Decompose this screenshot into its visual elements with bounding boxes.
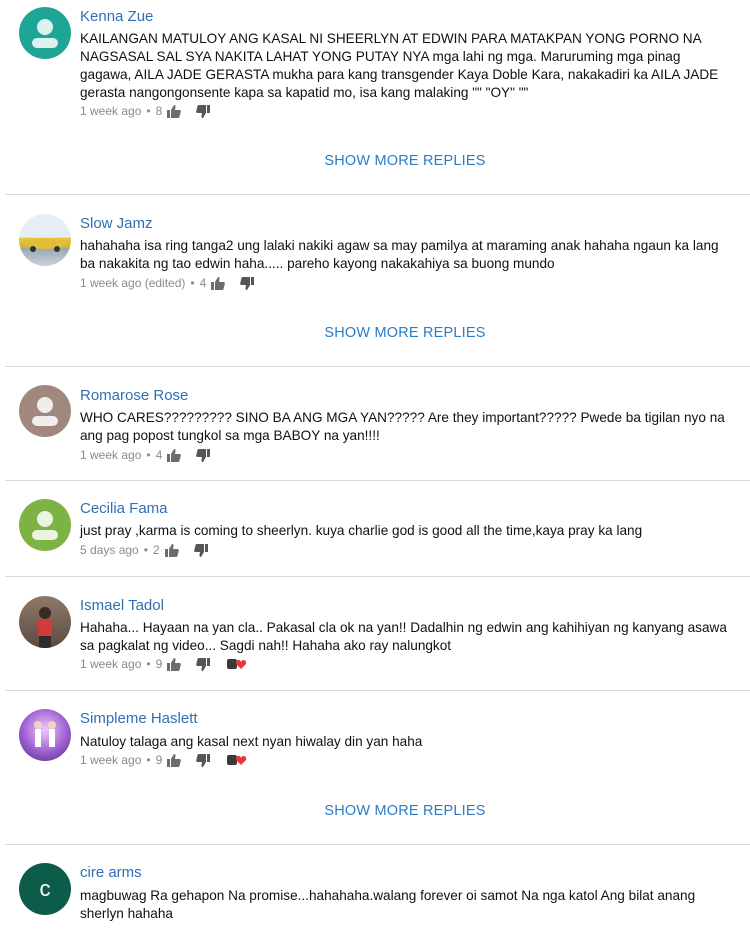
comment-time: 1 week ago (80, 104, 142, 118)
avatar-letter: c (39, 876, 51, 901)
meta-separator: • (146, 104, 151, 118)
avatar[interactable] (19, 596, 71, 648)
comment-text: magbuwag Ra gehapon Na promise...hahahah… (80, 888, 696, 921)
like-count: 8 (155, 104, 163, 118)
comment-text: just pray ,karma is coming to sheerlyn. … (80, 523, 643, 538)
like-count: 2 (152, 543, 160, 557)
comment-author[interactable]: Cecilia Fama (80, 500, 168, 517)
comment-text: KAILANGAN MATULOY ANG KASAL NI SHEERLYN … (80, 31, 719, 100)
avatar[interactable] (19, 709, 71, 761)
thumbs-down-icon[interactable] (196, 657, 211, 671)
thumbs-down-icon[interactable] (196, 104, 211, 118)
avatar[interactable] (19, 7, 71, 59)
divider (5, 690, 750, 691)
show-more-replies-button[interactable]: SHOW MORE REPLIES (0, 153, 750, 169)
heart-icon (227, 658, 247, 670)
comment-meta: 1 week ago • 9 (80, 657, 247, 671)
like-count: 9 (155, 753, 163, 767)
meta-separator: • (190, 276, 195, 290)
like-count: 4 (155, 448, 163, 462)
thumbs-down-icon[interactable] (196, 753, 211, 767)
comment-author[interactable]: Ismael Tadol (80, 597, 164, 614)
meta-separator: • (146, 753, 151, 767)
thumbs-up-icon[interactable] (211, 276, 226, 290)
meta-separator: • (146, 657, 151, 671)
like-count: 4 (199, 276, 207, 290)
comment-author[interactable]: cire arms (80, 864, 142, 881)
comment-time: 1 week ago (80, 657, 142, 671)
meta-separator: • (143, 543, 148, 557)
divider (5, 576, 750, 577)
meta-separator: • (146, 448, 151, 462)
comment-author[interactable]: Romarose Rose (80, 387, 188, 404)
comment-meta: 5 days ago • 2 (80, 543, 208, 557)
comment-time: 1 week ago (edited) (80, 276, 186, 290)
divider (5, 480, 750, 481)
comment-time: 5 days ago (80, 543, 139, 557)
avatar[interactable] (19, 214, 71, 266)
comment-meta: 1 week ago • 9 (80, 753, 247, 767)
comment-meta: 1 week ago • 8 (80, 104, 211, 118)
show-more-replies-button[interactable]: SHOW MORE REPLIES (0, 325, 750, 341)
avatar[interactable] (19, 385, 71, 437)
thumbs-down-icon[interactable] (240, 276, 255, 290)
comment-text: Natuloy talaga ang kasal next nyan hiwal… (80, 734, 423, 749)
avatar[interactable]: c (19, 863, 71, 915)
comment-text: hahahaha isa ring tanga2 ung lalaki naki… (80, 238, 719, 271)
thumbs-up-icon[interactable] (167, 448, 182, 462)
thumbs-down-icon[interactable] (193, 543, 208, 557)
thumbs-up-icon[interactable] (167, 104, 182, 118)
thumbs-up-icon[interactable] (167, 753, 182, 767)
divider (5, 844, 750, 845)
comment-time: 1 week ago (80, 753, 142, 767)
comment-author[interactable]: Slow Jamz (80, 215, 153, 232)
divider (5, 366, 750, 367)
comment-time: 1 week ago (80, 448, 142, 462)
comment-meta: 1 week ago (edited) • 4 (80, 276, 255, 290)
comment-text: Hahaha... Hayaan na yan cla.. Pakasal cl… (80, 620, 727, 653)
heart-icon (227, 754, 247, 766)
comment-author[interactable]: Simpleme Haslett (80, 710, 198, 727)
comment-text: WHO CARES????????? SINO BA ANG MGA YAN??… (80, 410, 725, 443)
avatar[interactable] (19, 499, 71, 551)
comment-meta: 1 week ago • 4 (80, 448, 211, 462)
thumbs-up-icon[interactable] (164, 543, 179, 557)
divider (5, 194, 750, 195)
thumbs-up-icon[interactable] (167, 657, 182, 671)
show-more-replies-button[interactable]: SHOW MORE REPLIES (0, 803, 750, 819)
thumbs-down-icon[interactable] (196, 448, 211, 462)
comment-author[interactable]: Kenna Zue (80, 8, 153, 25)
like-count: 9 (155, 657, 163, 671)
